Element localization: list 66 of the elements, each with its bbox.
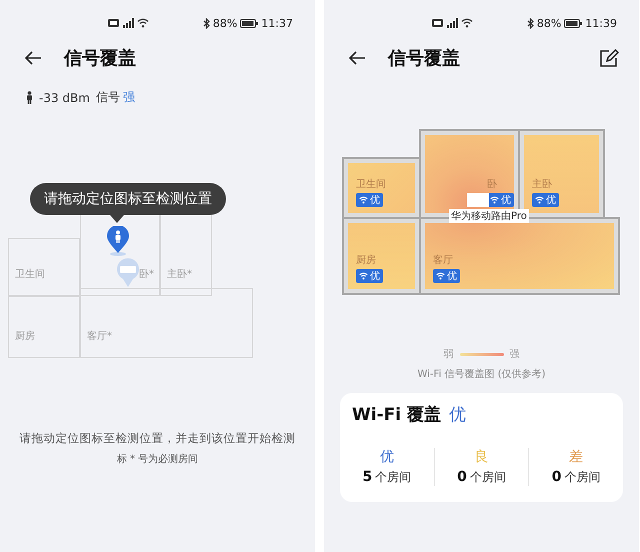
count-unit: 个房间 — [564, 469, 601, 486]
signal-strength: 强 — [122, 89, 135, 106]
back-arrow-icon[interactable] — [348, 51, 366, 65]
grade-label: 优 — [370, 194, 380, 207]
room-label: 卧* — [139, 268, 155, 281]
room-label: 厨房 — [15, 330, 36, 343]
battery-icon — [240, 18, 258, 28]
page-title: 信号覆盖 — [64, 47, 136, 70]
room-label: 厨房 — [356, 254, 377, 267]
grade-label: 优 — [546, 194, 556, 207]
legend-weak: 弱 — [444, 348, 454, 361]
legend-gradient — [460, 352, 504, 356]
grade-label: 差 — [569, 448, 584, 466]
room-label: 卫生间 — [15, 268, 46, 281]
router-pin-icon — [116, 258, 140, 288]
signal-label: 信号 — [96, 89, 120, 106]
room-count: 0 — [552, 469, 562, 485]
hd-icon — [108, 19, 119, 27]
wifi-icon — [535, 196, 544, 204]
bluetooth-icon — [526, 18, 534, 28]
bluetooth-icon — [202, 18, 210, 28]
battery-percent: 88% — [212, 16, 238, 30]
count-unit: 个房间 — [375, 469, 412, 486]
grade-label: 优 — [447, 270, 457, 283]
grade-label: 优 — [370, 270, 380, 283]
page-title: 信号覆盖 — [388, 47, 460, 70]
hint-text: 请拖动定位图标至检测位置，并走到该位置开始检测 — [20, 431, 296, 446]
room-label: 客厅* — [87, 330, 113, 343]
room-count: 0 — [457, 469, 467, 485]
legend-strong: 强 — [510, 348, 520, 361]
note-text: 标 * 号为必测房间 — [116, 452, 198, 466]
coverage-grade: 优 — [449, 404, 466, 426]
battery-percent: 88% — [536, 16, 562, 30]
hd-icon — [432, 19, 443, 27]
location-pin-icon[interactable] — [106, 226, 130, 256]
count-unit: 个房间 — [470, 469, 506, 486]
grade-label: 优 — [380, 448, 394, 466]
back-arrow-icon[interactable] — [24, 51, 42, 65]
tooltip: 请拖动定位图标至检测位置 — [30, 183, 226, 215]
signal-reading: -33 dBm — [39, 90, 90, 104]
cellular-signal-icon — [446, 18, 458, 28]
person-icon — [26, 91, 33, 104]
room-label: 主卧* — [167, 268, 193, 281]
status-time: 11:37 — [261, 16, 293, 30]
wifi-icon — [490, 196, 499, 204]
cellular-signal-icon — [122, 18, 134, 28]
wifi-icon — [436, 272, 445, 280]
wifi-icon — [137, 18, 149, 28]
edit-icon[interactable] — [599, 48, 619, 68]
grade-label: 优 — [501, 194, 511, 207]
wifi-icon — [359, 196, 368, 204]
room-count: 5 — [362, 469, 372, 485]
room-label: 卧 — [487, 178, 498, 191]
room-label: 卫生间 — [356, 178, 387, 191]
router-label: 华为移动路由Pro — [449, 209, 529, 223]
card-title: Wi-Fi 覆盖 — [352, 404, 441, 426]
status-time: 11:39 — [585, 16, 617, 30]
room-label: 主卧 — [532, 178, 553, 191]
tooltip-tail-icon — [110, 215, 124, 223]
router-icon — [467, 193, 489, 207]
map-caption: Wi-Fi 信号覆盖图 (仅供参考) — [417, 368, 546, 381]
wifi-icon — [461, 18, 473, 28]
battery-icon — [564, 18, 582, 28]
grade-label: 良 — [474, 448, 488, 466]
room-label: 客厅 — [433, 254, 454, 267]
wifi-icon — [359, 272, 368, 280]
